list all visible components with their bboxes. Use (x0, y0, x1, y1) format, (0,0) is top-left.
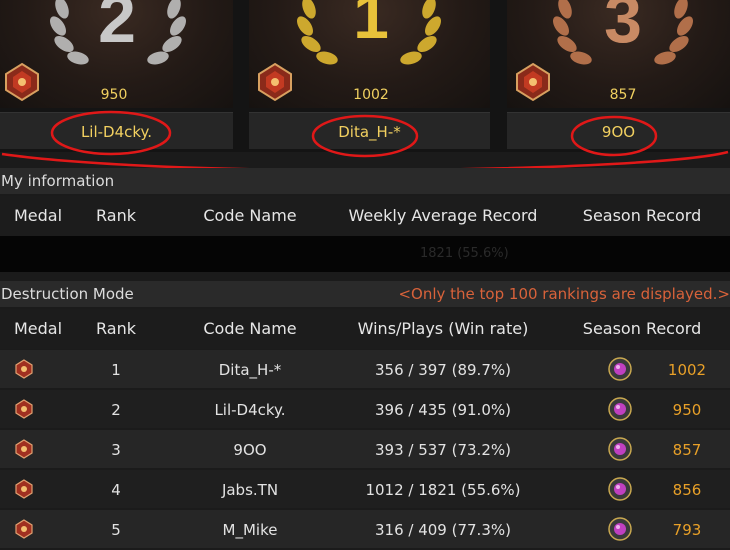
season-gem-icon (608, 357, 632, 381)
season-score-cell: 857 (672, 441, 702, 459)
my-info-row-redacted: 1821 (55.6%) (0, 236, 730, 272)
place-number-second: 2 (98, 0, 136, 57)
code-name-cell: Dita_H-* (218, 361, 282, 379)
col-wins-plays: Wins/Plays (Win rate) (357, 319, 529, 338)
rank-medal-icon (15, 479, 33, 499)
player-name: Dita_H-* (338, 123, 401, 141)
table-row[interactable]: 5 M_Mike 316 / 409 (77.3%) 793 (0, 510, 730, 548)
destruction-title: Destruction Mode <Only the top 100 ranki… (0, 281, 730, 307)
rank-medal-icon (15, 439, 33, 459)
podium: 2 950 1 1002 3 857 Lil-D4cky. Dita_H-* 9… (0, 0, 730, 152)
rank-medal-icon (15, 519, 33, 539)
podium-card-first: 1 1002 (249, 0, 490, 108)
rank-cell: 1 (111, 361, 121, 379)
table-row[interactable]: 2 Lil-D4cky. 396 / 435 (91.0%) 950 (0, 390, 730, 428)
podium-name-third[interactable]: 9OO (507, 112, 730, 149)
code-name-cell: Jabs.TN (221, 481, 279, 499)
rank-medal-icon (5, 62, 39, 102)
season-gem-icon (608, 437, 632, 461)
podium-name-first[interactable]: Dita_H-* (249, 112, 490, 149)
redacted-hint: 1821 (55.6%) (420, 246, 509, 261)
col-medal: Medal (13, 206, 63, 225)
season-gem-icon (608, 477, 632, 501)
wins-plays-cell: 393 / 537 (73.2%) (375, 441, 511, 459)
col-medal: Medal (13, 319, 63, 338)
col-code-name: Code Name (203, 319, 297, 338)
player-name: 9OO (601, 123, 636, 141)
code-name-cell: M_Mike (222, 521, 278, 539)
rank-medal-icon (516, 62, 550, 102)
player-name: Lil-D4cky. (80, 123, 153, 141)
wins-plays-cell: 396 / 435 (91.0%) (375, 401, 511, 419)
table-row[interactable]: 4 Jabs.TN 1012 / 1821 (55.6%) 856 (0, 470, 730, 508)
destruction-header: Medal Rank Code Name Wins/Plays (Win rat… (0, 309, 730, 349)
code-name-cell: 9OO (233, 441, 267, 459)
rank-cell: 2 (111, 401, 121, 419)
podium-score-second: 950 (100, 87, 128, 103)
col-season-record: Season Record (582, 319, 702, 338)
col-weekly-average: Weekly Average Record (348, 206, 538, 225)
col-season-record: Season Record (582, 206, 702, 225)
col-rank: Rank (96, 319, 136, 338)
podium-card-third: 3 857 (507, 0, 730, 108)
rank-cell: 4 (111, 481, 121, 499)
code-name-cell: Lil-D4cky. (214, 401, 286, 419)
season-score-cell: 856 (672, 481, 702, 499)
place-number-third: 3 (604, 0, 642, 57)
place-number-first: 1 (353, 0, 389, 52)
my-info-header: Medal Rank Code Name Weekly Average Reco… (0, 196, 730, 236)
rank-medal-icon (15, 359, 33, 379)
col-code-name: Code Name (203, 206, 297, 225)
podium-score-third: 857 (609, 87, 637, 103)
rank-cell: 3 (111, 441, 121, 459)
top-100-notice: <Only the top 100 rankings are displayed… (398, 285, 730, 303)
podium-score-first: 1002 (353, 87, 389, 103)
col-rank: Rank (96, 206, 136, 225)
season-score-cell: 793 (672, 521, 702, 539)
wins-plays-cell: 356 / 397 (89.7%) (375, 361, 511, 379)
rank-medal-icon (258, 62, 292, 102)
season-score-cell: 1002 (667, 361, 707, 379)
rank-medal-icon (15, 399, 33, 419)
table-row[interactable]: 3 9OO 393 / 537 (73.2%) 857 (0, 430, 730, 468)
wins-plays-cell: 1012 / 1821 (55.6%) (365, 481, 521, 499)
table-row[interactable]: 1 Dita_H-* 356 / 397 (89.7%) 1002 (0, 350, 730, 388)
my-info-title: My information (0, 168, 730, 194)
season-gem-icon (608, 397, 632, 421)
rank-cell: 5 (111, 521, 121, 539)
season-score-cell: 950 (672, 401, 702, 419)
podium-card-second: 2 950 (0, 0, 233, 108)
podium-name-second[interactable]: Lil-D4cky. (0, 112, 233, 149)
season-gem-icon (608, 517, 632, 541)
wins-plays-cell: 316 / 409 (77.3%) (375, 521, 511, 539)
destruction-title-text: Destruction Mode (1, 285, 134, 303)
